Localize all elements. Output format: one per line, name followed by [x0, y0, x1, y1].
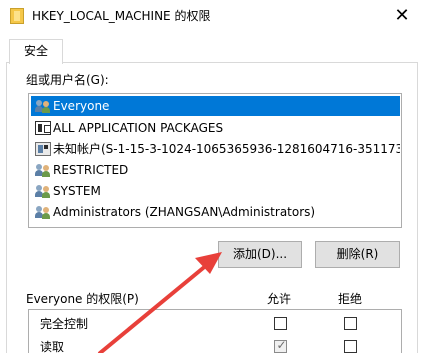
list-item[interactable]: ALL APPLICATION PACKAGES	[31, 118, 400, 138]
full-control-allow-checkbox[interactable]	[274, 317, 287, 330]
folder-icon	[10, 8, 24, 24]
list-item-label: ALL APPLICATION PACKAGES	[53, 121, 224, 135]
permissions-title: Everyone 的权限(P)	[26, 292, 139, 306]
checkmark-icon: ✓	[276, 338, 287, 352]
tab-strip: 安全	[0, 33, 424, 64]
list-item-label: Administrators (ZHANGSAN\Administrators)	[53, 205, 316, 219]
allow-column-header: 允许	[267, 292, 292, 306]
list-item[interactable]: SYSTEM	[31, 181, 400, 201]
deny-column-header: 拒绝	[338, 292, 363, 306]
remove-button[interactable]: 删除(R)	[315, 241, 400, 268]
permission-full-control-label: 完全控制	[40, 317, 89, 331]
read-deny-checkbox[interactable]	[344, 340, 357, 353]
tab-security[interactable]: 安全	[9, 39, 63, 64]
list-item-label: SYSTEM	[53, 184, 101, 198]
users-icon	[35, 163, 51, 177]
package-icon	[35, 121, 51, 135]
read-allow-checkbox[interactable]: ✓	[274, 338, 287, 353]
list-item[interactable]: RESTRICTED	[31, 160, 400, 180]
list-item[interactable]: 未知帐户(S-1-15-3-1024-1065365936-1281604716…	[31, 139, 400, 159]
users-icon	[35, 184, 51, 198]
add-button[interactable]: 添加(D)...	[218, 241, 302, 268]
groups-listbox[interactable]: Everyone ALL APPLICATION PACKAGES 未知帐户(S…	[28, 93, 402, 228]
unknown-account-icon	[35, 142, 51, 156]
permission-read-label: 读取	[40, 340, 65, 353]
title-bar: HKEY_LOCAL_MACHINE 的权限 ✕	[0, 0, 424, 33]
close-button[interactable]: ✕	[380, 0, 424, 32]
full-control-deny-checkbox[interactable]	[344, 317, 357, 330]
groups-label: 组或用户名(G):	[26, 73, 109, 87]
list-item-label: Everyone	[53, 99, 110, 113]
list-item[interactable]: Administrators (ZHANGSAN\Administrators)	[31, 202, 400, 222]
list-item-label: RESTRICTED	[53, 163, 129, 177]
list-item[interactable]: Everyone	[31, 96, 400, 116]
users-icon	[35, 99, 51, 113]
window-title: HKEY_LOCAL_MACHINE 的权限	[32, 9, 211, 23]
users-icon	[35, 205, 51, 219]
list-item-label: 未知帐户(S-1-15-3-1024-1065365936-1281604716…	[53, 142, 400, 156]
